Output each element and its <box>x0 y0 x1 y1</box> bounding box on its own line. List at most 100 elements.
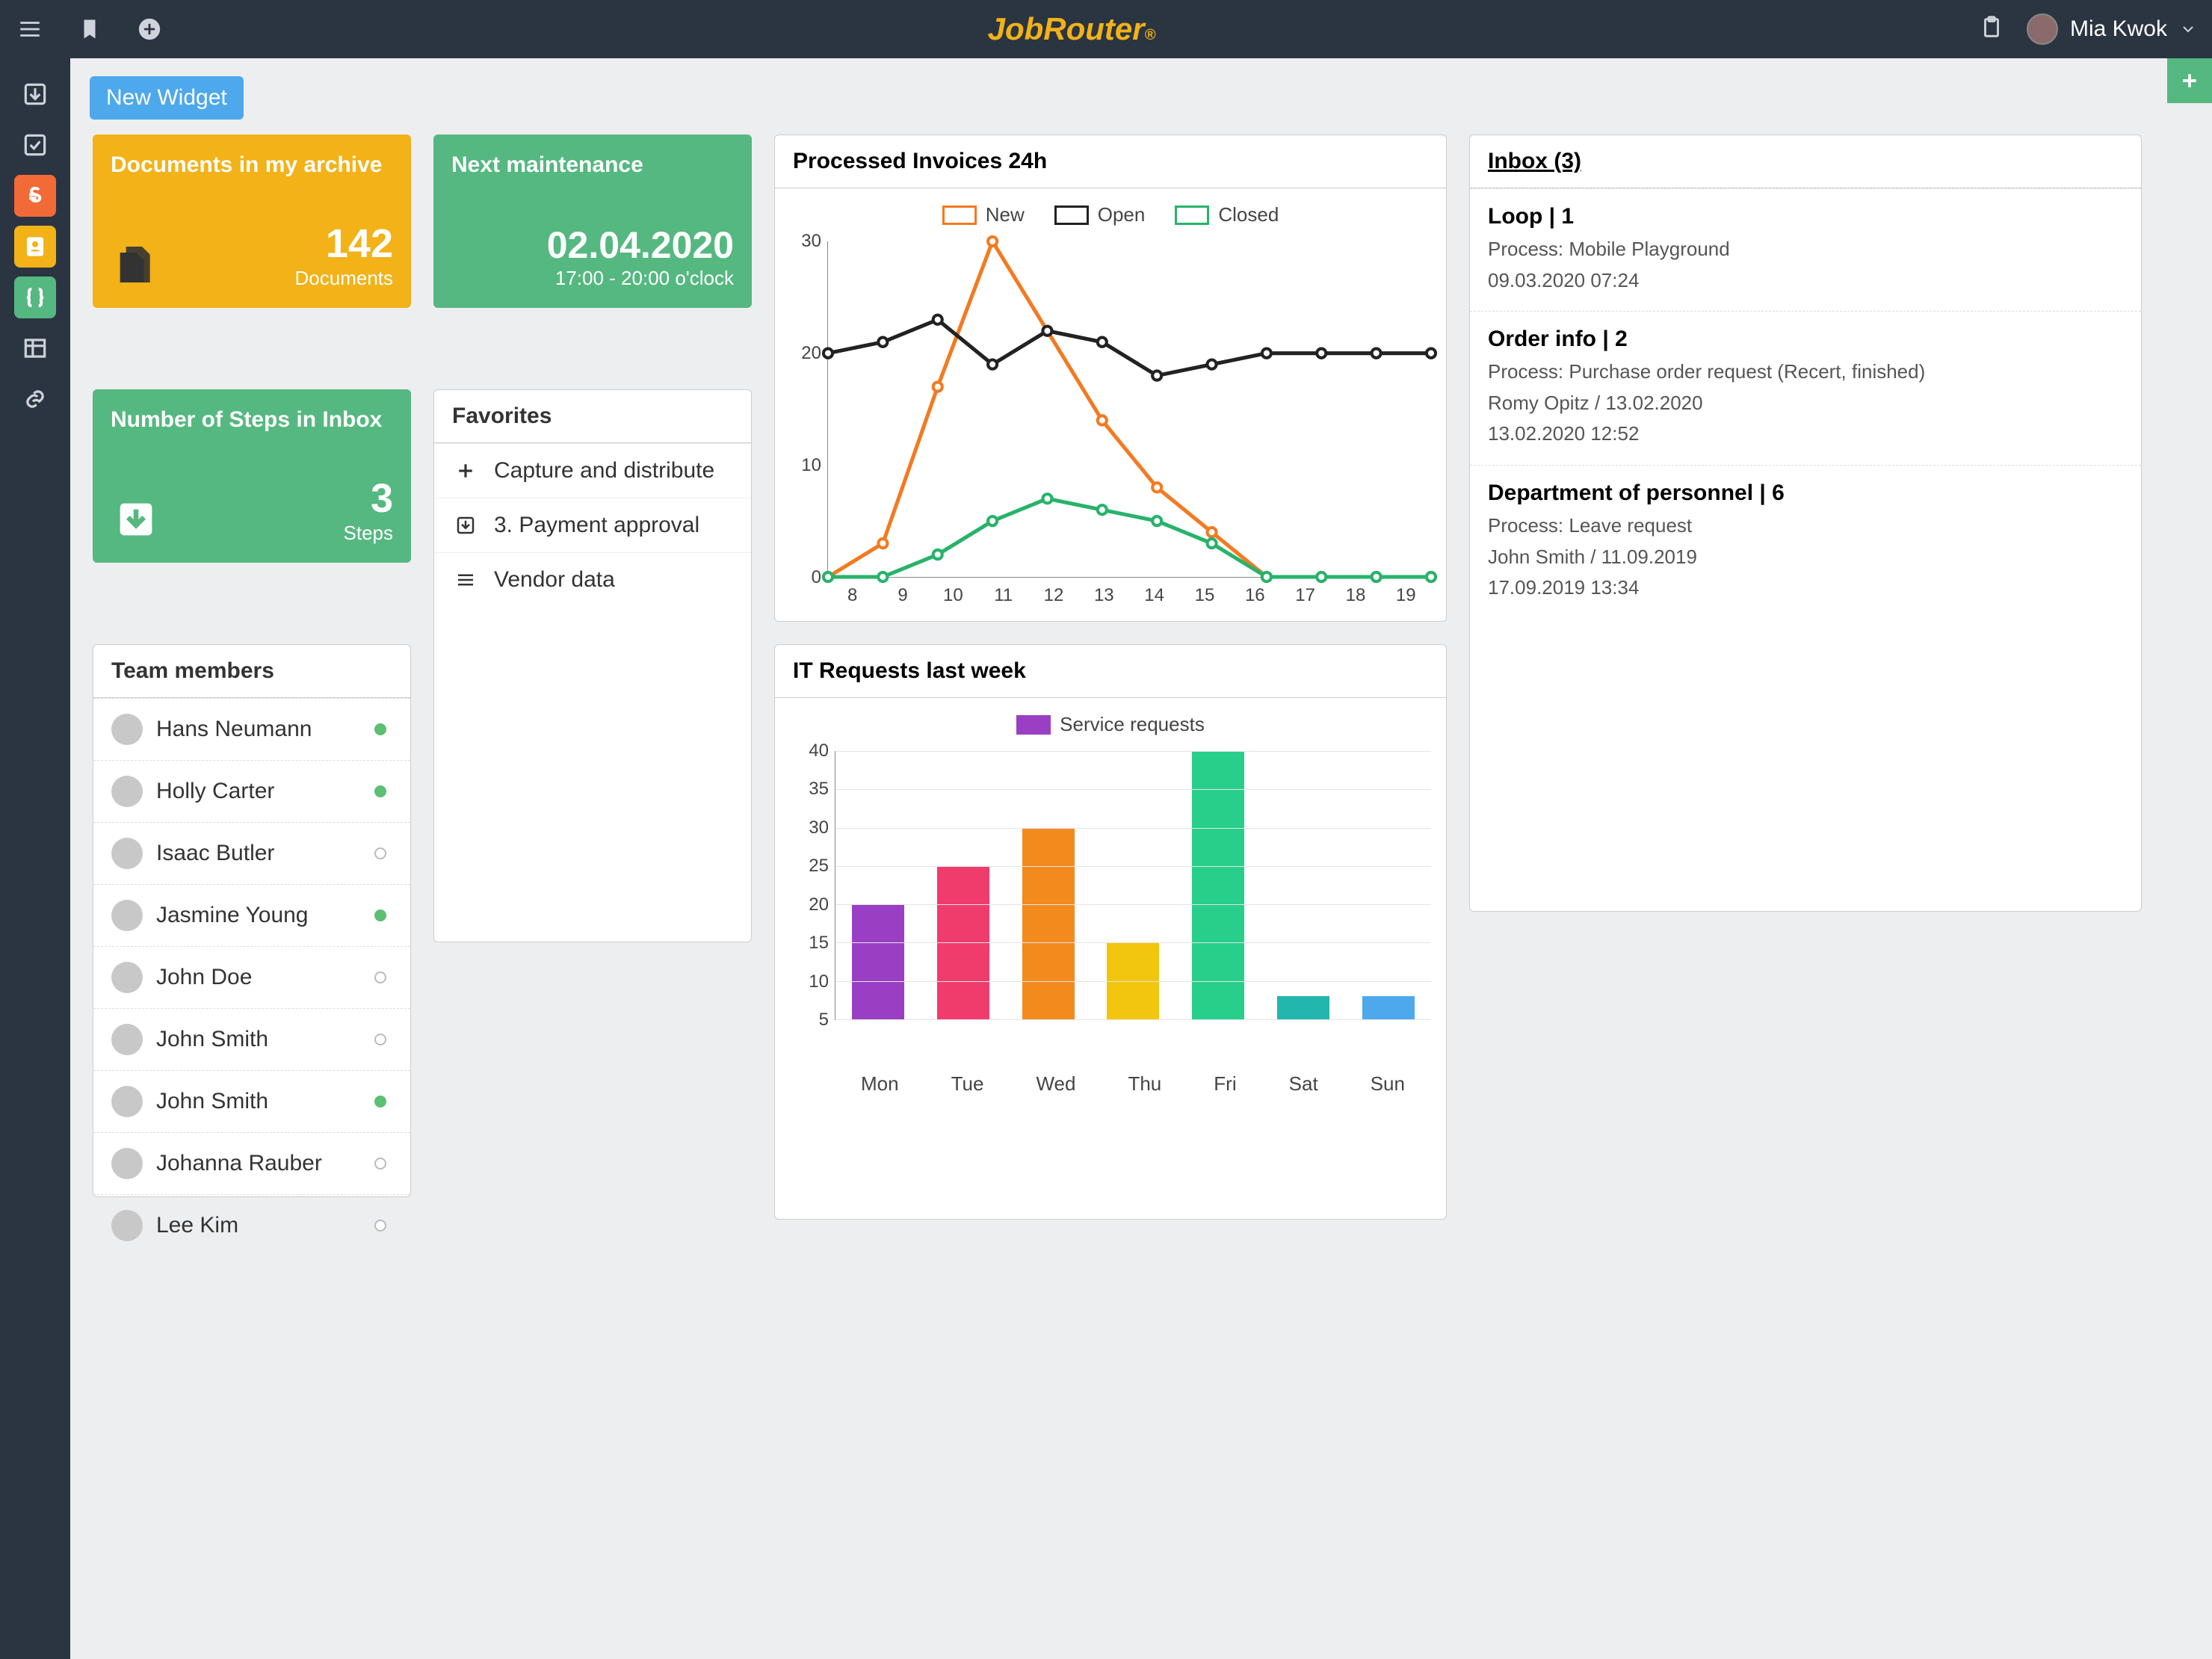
inbox-item-line: Process: Leave request <box>1488 510 2123 542</box>
bar[interactable] <box>1022 828 1075 1019</box>
bar[interactable] <box>1362 996 1415 1019</box>
status-dot-icon <box>374 1034 386 1045</box>
status-dot-icon <box>374 1220 386 1232</box>
inbox-item-line: 09.03.2020 07:24 <box>1488 265 2123 297</box>
team-member[interactable]: John Smith <box>93 1070 410 1132</box>
favorite-label: 3. Payment approval <box>494 513 699 538</box>
bar-legend: Service requests <box>790 713 1431 736</box>
member-name: Lee Kim <box>156 1213 238 1238</box>
tile-archive[interactable]: Documents in my archive 142 Documents <box>93 135 411 308</box>
card-favorites: Favorites Capture and distribute 3. Payme… <box>433 389 752 942</box>
line-legend: NewOpenClosed <box>790 203 1431 226</box>
card-inbox: Inbox (3) Loop | 1 Process: Mobile Playgr… <box>1469 135 2142 912</box>
rail-item-tasks[interactable] <box>14 124 56 166</box>
new-widget-button[interactable]: New Widget <box>90 76 244 120</box>
inbox-item[interactable]: Department of personnel | 6 Process: Leav… <box>1470 465 2141 619</box>
favorite-icon <box>452 512 479 539</box>
team-member[interactable]: Holly Carter <box>93 760 410 822</box>
avatar <box>111 1024 143 1055</box>
avatar <box>111 1148 143 1179</box>
member-name: John Doe <box>156 965 252 990</box>
card-team: Team members Hans Neumann Holly Carter Isa… <box>93 644 411 1197</box>
status-dot-icon <box>374 785 386 797</box>
member-name: Isaac Butler <box>156 841 274 866</box>
status-dot-icon <box>374 723 386 735</box>
inbox-title[interactable]: Inbox (3) <box>1470 135 2141 188</box>
favorite-label: Capture and distribute <box>494 458 714 484</box>
avatar <box>111 1210 143 1241</box>
avatar <box>111 900 143 931</box>
tile-maintenance[interactable]: Next maintenance 02.04.2020 17:00 - 20:0… <box>433 135 752 308</box>
inbox-item-line: Process: Purchase order request (Recert,… <box>1488 356 2123 388</box>
favorite-icon <box>452 457 479 484</box>
rail-item-code[interactable] <box>14 276 56 318</box>
member-name: Holly Carter <box>156 779 274 804</box>
rail-item-contacts[interactable] <box>14 226 56 268</box>
favorite-item[interactable]: 3. Payment approval <box>434 498 751 552</box>
card-title: Processed Invoices 24h <box>775 135 1446 188</box>
tile-sub: 17:00 - 20:00 o'clock <box>451 267 734 290</box>
card-title: IT Requests last week <box>775 645 1446 698</box>
sidebar-rail <box>0 58 70 1659</box>
inbox-item[interactable]: Order info | 2 Process: Purchase order re… <box>1470 311 2141 465</box>
tile-steps[interactable]: Number of Steps in Inbox 3 Steps <box>93 389 411 563</box>
card-title: Favorites <box>434 390 751 443</box>
status-dot-icon <box>374 1096 386 1107</box>
inbox-item[interactable]: Loop | 1 Process: Mobile Playground09.03.… <box>1470 188 2141 311</box>
card-title: Team members <box>93 645 410 698</box>
status-dot-icon <box>374 847 386 859</box>
favorite-label: Vendor data <box>494 567 615 593</box>
inbox-item-title: Loop | 1 <box>1488 204 2123 229</box>
rail-item-link[interactable] <box>14 378 56 420</box>
inbox-item-line: Romy Opitz / 13.02.2020 <box>1488 388 2123 419</box>
rail-item-inbox[interactable] <box>14 73 56 115</box>
inbox-download-icon <box>112 495 160 543</box>
add-widget-corner[interactable] <box>2167 58 2212 103</box>
bar[interactable] <box>1192 751 1244 1019</box>
team-member[interactable]: Johanna Rauber <box>93 1132 410 1194</box>
rail-item-table[interactable] <box>14 327 56 369</box>
user-menu[interactable]: Mia Kwok <box>2027 13 2197 45</box>
member-name: John Smith <box>156 1089 268 1114</box>
rail-item-finance[interactable] <box>14 175 56 217</box>
tile-title: Next maintenance <box>451 152 734 178</box>
avatar <box>111 714 143 745</box>
user-name: Mia Kwok <box>2070 16 2167 42</box>
favorite-icon <box>452 566 479 593</box>
status-dot-icon <box>374 909 386 921</box>
card-line-chart: Processed Invoices 24h NewOpenClosed 010… <box>774 135 1447 622</box>
team-member[interactable]: Hans Neumann <box>93 698 410 760</box>
clipboard-icon[interactable] <box>1979 15 2004 44</box>
top-bar: JobRouter® Mia Kwok <box>0 0 2212 58</box>
avatar <box>2027 13 2058 45</box>
inbox-item-line: 13.02.2020 12:52 <box>1488 418 2123 450</box>
tile-title: Documents in my archive <box>111 152 393 178</box>
bar[interactable] <box>852 904 904 1019</box>
card-bar-chart: IT Requests last week Service requests 5… <box>774 644 1447 1220</box>
inbox-item-line: Process: Mobile Playground <box>1488 234 2123 265</box>
inbox-item-title: Order info | 2 <box>1488 327 2123 352</box>
team-member[interactable]: Jasmine Young <box>93 884 410 946</box>
member-name: Jasmine Young <box>156 903 309 928</box>
bar[interactable] <box>1277 996 1329 1019</box>
menu-icon[interactable] <box>15 14 45 44</box>
favorite-item[interactable]: Vendor data <box>434 552 751 607</box>
inbox-item-line: John Smith / 11.09.2019 <box>1488 542 2123 573</box>
status-dot-icon <box>374 1158 386 1170</box>
inbox-item-title: Department of personnel | 6 <box>1488 481 2123 506</box>
favorite-item[interactable]: Capture and distribute <box>434 443 751 498</box>
team-member[interactable]: John Doe <box>93 946 410 1008</box>
bookmark-icon[interactable] <box>75 14 105 44</box>
member-name: Hans Neumann <box>156 717 312 742</box>
avatar <box>111 962 143 993</box>
add-circle-icon[interactable] <box>135 14 164 44</box>
dashboard-main: New Widget Documents in my archive 142 D… <box>70 58 2212 1659</box>
member-name: John Smith <box>156 1027 268 1052</box>
tile-title: Number of Steps in Inbox <box>111 407 393 433</box>
inbox-item-line: 17.09.2019 13:34 <box>1488 572 2123 604</box>
team-member[interactable]: Lee Kim <box>93 1194 410 1256</box>
chevron-down-icon <box>2179 20 2197 38</box>
status-dot-icon <box>374 971 386 983</box>
team-member[interactable]: John Smith <box>93 1008 410 1070</box>
team-member[interactable]: Isaac Butler <box>93 822 410 884</box>
